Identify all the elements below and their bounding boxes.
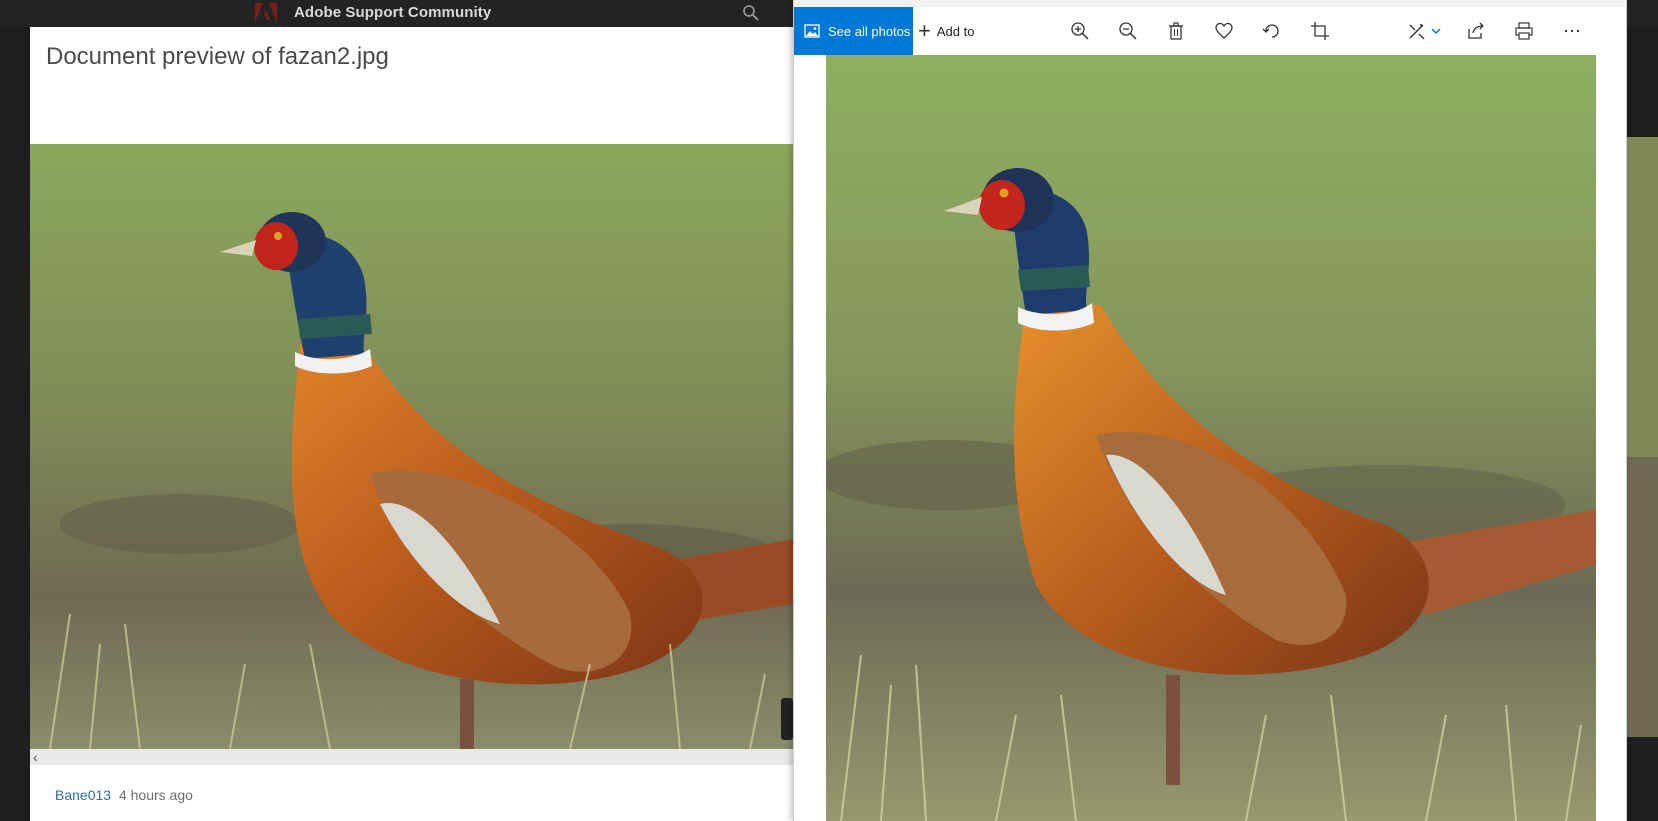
pheasant-photo [826, 55, 1596, 821]
chevron-down-icon[interactable] [1431, 27, 1441, 35]
add-to-label: Add to [936, 23, 975, 39]
author-link[interactable]: Bane013 [55, 787, 111, 803]
share-icon[interactable] [1466, 21, 1486, 41]
post-meta: Bane013 4 hours ago [55, 787, 193, 803]
horizontal-scrollbar[interactable]: ‹ [30, 749, 794, 765]
crop-icon[interactable] [1310, 21, 1330, 41]
see-all-photos-label: See all photos [828, 23, 911, 39]
search-icon[interactable] [742, 4, 760, 22]
plus-icon: + [918, 18, 931, 43]
zoom-out-icon[interactable] [1118, 21, 1138, 41]
preview-image [30, 144, 794, 749]
photo-canvas [794, 55, 1626, 821]
print-icon[interactable] [1514, 21, 1534, 41]
photos-icon [804, 24, 820, 38]
see-all-photos-button[interactable]: See all photos [794, 7, 913, 55]
chevron-left-icon[interactable]: ‹ [33, 749, 38, 765]
pheasant-photo-edge [1624, 137, 1658, 737]
more-icon[interactable] [1562, 21, 1582, 41]
favorite-icon[interactable] [1214, 21, 1234, 41]
add-to-button[interactable]: + Add to [918, 7, 974, 55]
window-titlebar[interactable] [794, 0, 1626, 7]
preview-title: Document preview of fazan2.jpg [46, 43, 389, 70]
photo-viewer-image[interactable] [826, 55, 1596, 821]
photos-app-window: See all photos + Add to [793, 0, 1627, 821]
pheasant-photo [30, 144, 794, 749]
zoom-in-icon[interactable] [1070, 21, 1090, 41]
photos-toolbar: See all photos + Add to [794, 7, 1626, 55]
site-title[interactable]: Adobe Support Community [294, 4, 491, 21]
edit-icon[interactable] [1407, 21, 1427, 41]
background-image-sliver [1624, 137, 1658, 737]
post-time: 4 hours ago [118, 787, 193, 803]
document-preview-panel: Document preview of fazan2.jpg ‹ Bane013… [30, 27, 794, 821]
rotate-icon[interactable] [1262, 21, 1282, 41]
adobe-logo[interactable] [255, 3, 277, 23]
resize-handle[interactable] [781, 698, 793, 740]
delete-icon[interactable] [1166, 21, 1186, 41]
